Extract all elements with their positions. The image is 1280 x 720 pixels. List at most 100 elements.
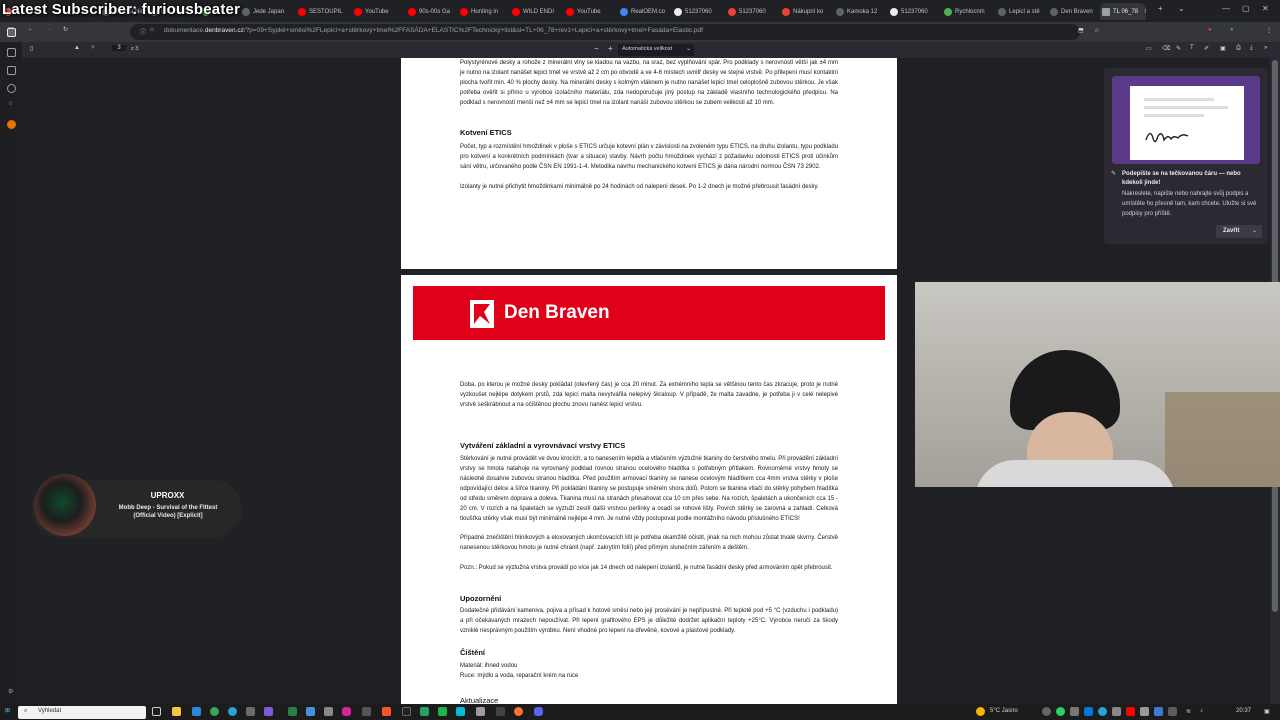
tab-search-icon[interactable]: ⌄ bbox=[1178, 4, 1185, 13]
app-icon-9[interactable] bbox=[456, 707, 465, 716]
image-icon[interactable]: ▣ bbox=[1220, 45, 1226, 52]
tab[interactable]: 90s-00s Ga bbox=[406, 3, 456, 20]
tab[interactable]: Kamoka 12 bbox=[834, 3, 886, 20]
app-icon-1[interactable] bbox=[246, 707, 255, 716]
instagram-icon[interactable] bbox=[342, 707, 351, 716]
extension-icon[interactable]: ● bbox=[1208, 27, 1212, 33]
app-icon-7[interactable] bbox=[402, 707, 411, 716]
tab[interactable]: Jede Japan bbox=[240, 3, 290, 20]
explorer-icon[interactable] bbox=[172, 707, 181, 716]
favorites-icon[interactable]: ☆ bbox=[8, 100, 13, 107]
tab[interactable]: 51237060 bbox=[672, 3, 724, 20]
app-icon-2[interactable] bbox=[264, 707, 273, 716]
page-number-input[interactable]: 3 bbox=[112, 45, 126, 51]
new-tab-button[interactable]: + bbox=[1158, 4, 1163, 13]
tab[interactable]: Lepicí a stě bbox=[996, 3, 1046, 20]
save-icon[interactable]: ⤓ bbox=[1250, 45, 1253, 52]
tray-icon-3[interactable] bbox=[1070, 707, 1079, 716]
album-art bbox=[34, 474, 96, 536]
zoom-in-button[interactable]: + bbox=[608, 44, 613, 53]
site-info-icon[interactable]: ⓘ bbox=[140, 27, 146, 36]
profile-icon[interactable]: ● bbox=[1230, 27, 1234, 33]
url-text[interactable]: dokumentace.denbraven.cz/?p=09+Sypké+smě… bbox=[164, 27, 703, 34]
firefox-icon[interactable] bbox=[514, 707, 523, 716]
tray-icon-9[interactable] bbox=[1154, 707, 1163, 716]
tab[interactable]: SESTOUPIL bbox=[296, 3, 348, 20]
tray-icon-4[interactable] bbox=[1084, 707, 1093, 716]
bookmark-icon[interactable]: ⌂ bbox=[150, 27, 154, 33]
highlight-icon[interactable]: ⌫ bbox=[1162, 45, 1170, 52]
tab[interactable]: Den Braven bbox=[1048, 3, 1098, 20]
tabs-icon[interactable] bbox=[7, 28, 16, 37]
favicon-icon bbox=[566, 7, 574, 16]
tray-icon-1[interactable] bbox=[1042, 707, 1051, 716]
brave-icon[interactable] bbox=[382, 707, 391, 716]
app-icon-8[interactable] bbox=[438, 707, 447, 716]
wifi-icon[interactable]: ≋ bbox=[1186, 708, 1191, 715]
mail-icon[interactable] bbox=[192, 707, 201, 716]
tab[interactable]: RealOEM.co bbox=[618, 3, 670, 20]
url-domain: denbraven.cz bbox=[204, 27, 244, 34]
volume-icon[interactable]: ♪ bbox=[1200, 708, 1203, 714]
tray-icon-7[interactable] bbox=[1126, 707, 1135, 716]
tab[interactable]: Nákupní ko bbox=[780, 3, 832, 20]
tab[interactable]: Rychlocnm bbox=[942, 3, 994, 20]
chevron-down-icon[interactable]: ⌄ bbox=[1252, 227, 1257, 234]
text-icon[interactable]: T bbox=[1190, 45, 1194, 51]
notifications-icon[interactable]: ▣ bbox=[1264, 708, 1270, 715]
app-icon-6[interactable] bbox=[362, 707, 371, 716]
color-app-icon[interactable] bbox=[7, 120, 16, 129]
side-rail bbox=[0, 42, 22, 704]
history-icon[interactable] bbox=[7, 84, 16, 93]
comment-icon[interactable]: ▭ bbox=[1146, 45, 1152, 52]
tab[interactable]: Hunting in bbox=[458, 3, 508, 20]
clock-time[interactable]: 20:37 bbox=[1236, 708, 1251, 714]
forward-icon[interactable]: → bbox=[46, 26, 52, 32]
sidebar-pages-icon[interactable]: ▯ bbox=[30, 45, 33, 52]
menu-icon[interactable]: ⋮ bbox=[1266, 27, 1272, 34]
telegram-icon[interactable] bbox=[228, 707, 237, 716]
tab-active[interactable]: TL 06_78 ✕ bbox=[1100, 3, 1146, 20]
extensions-icon[interactable] bbox=[7, 48, 16, 57]
minimize-button[interactable]: — bbox=[1222, 4, 1230, 13]
app-icon-5[interactable] bbox=[324, 707, 333, 716]
draw-icon[interactable]: ✎ bbox=[1176, 45, 1181, 52]
chrome-icon[interactable] bbox=[210, 707, 219, 716]
close-window-button[interactable]: ✕ bbox=[1262, 4, 1269, 13]
install-icon[interactable]: ⬒ bbox=[1078, 27, 1084, 34]
tray-icon-6[interactable] bbox=[1112, 707, 1121, 716]
maximize-button[interactable]: ▢ bbox=[1242, 4, 1250, 13]
tab[interactable]: YouTube bbox=[352, 3, 404, 20]
zoom-out-button[interactable]: − bbox=[594, 44, 599, 53]
app-icon-10[interactable] bbox=[476, 707, 485, 716]
tray-icon-8[interactable] bbox=[1140, 707, 1149, 716]
task-view-icon[interactable] bbox=[152, 707, 161, 716]
prev-page-icon[interactable]: ▲ bbox=[74, 45, 80, 51]
favicon-icon bbox=[354, 7, 362, 16]
reload-icon[interactable]: ↻ bbox=[63, 26, 68, 33]
tray-icon-5[interactable] bbox=[1098, 707, 1107, 716]
tab[interactable]: YouTube bbox=[564, 3, 616, 20]
chevron-down-icon: ⌄ bbox=[686, 46, 692, 52]
next-page-icon[interactable]: ▼ bbox=[90, 45, 96, 51]
close-tab-icon[interactable]: ✕ bbox=[1144, 8, 1146, 15]
tab[interactable]: WILD ENDI bbox=[510, 3, 562, 20]
signature-icon[interactable]: ✐ bbox=[1204, 45, 1209, 52]
weather-text[interactable]: 5°C Jasno bbox=[990, 708, 1018, 714]
app-icon-12[interactable] bbox=[534, 707, 543, 716]
more-tools-icon[interactable]: » bbox=[1264, 45, 1267, 51]
tray-icon-10[interactable] bbox=[1168, 707, 1177, 716]
excel-icon[interactable] bbox=[420, 707, 429, 716]
wallet-icon[interactable] bbox=[7, 66, 16, 75]
app-icon-3[interactable] bbox=[288, 707, 297, 716]
app-icon-11[interactable] bbox=[496, 707, 505, 716]
tab[interactable]: 51237060 bbox=[726, 3, 778, 20]
settings-icon[interactable]: ⚙ bbox=[8, 688, 13, 695]
print-icon[interactable]: ⎙ bbox=[1236, 45, 1241, 52]
app-icon-4[interactable] bbox=[306, 707, 315, 716]
start-icon[interactable]: ⊞ bbox=[5, 707, 10, 714]
tray-icon-2[interactable] bbox=[1056, 707, 1065, 716]
tab[interactable]: 51237060 bbox=[888, 3, 940, 20]
star-icon[interactable]: ☆ bbox=[1094, 27, 1099, 34]
back-icon[interactable]: ← bbox=[28, 26, 34, 32]
